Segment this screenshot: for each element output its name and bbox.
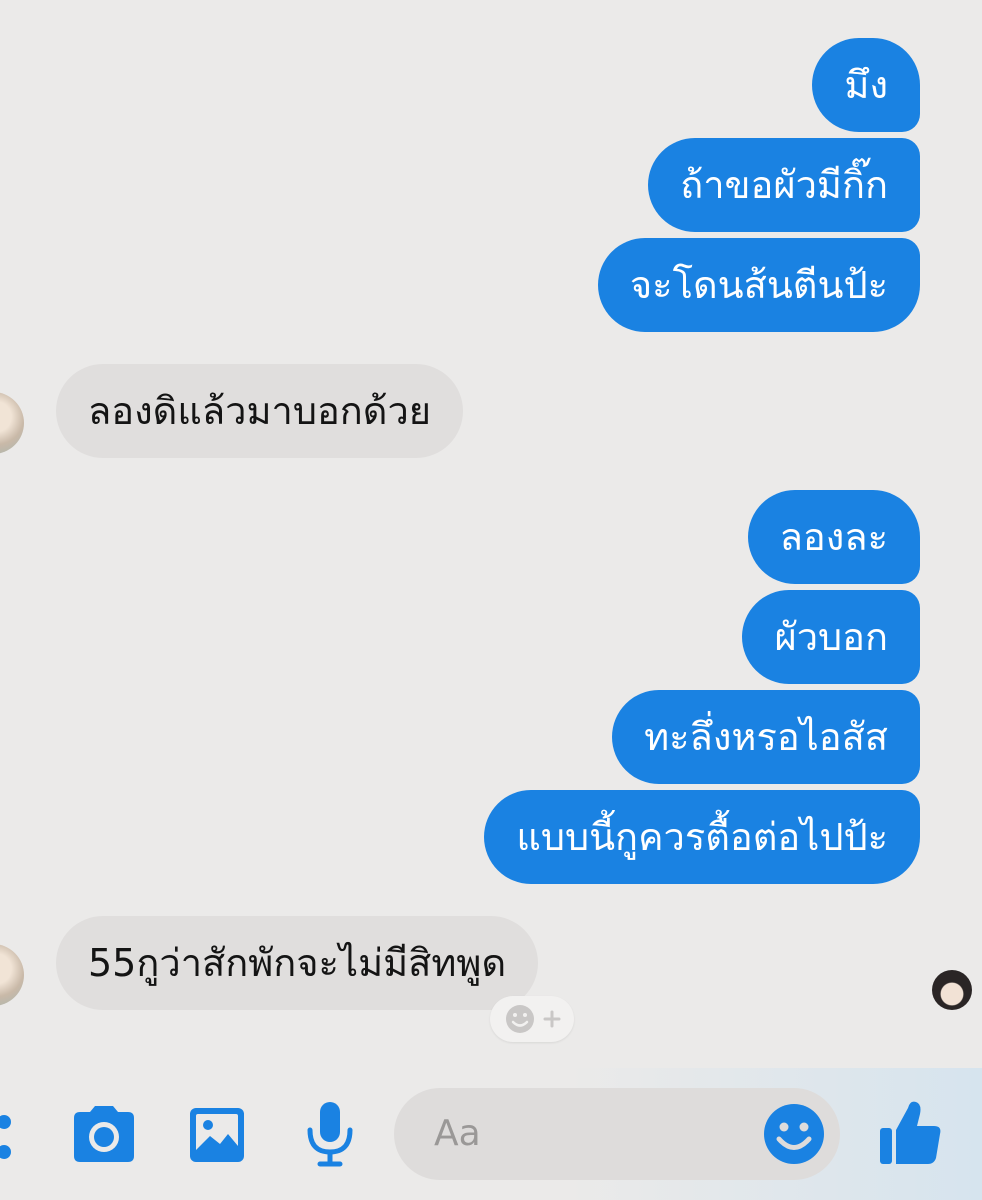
gallery-icon — [190, 1108, 244, 1162]
emoji-button[interactable] — [762, 1102, 826, 1166]
like-button[interactable] — [876, 1098, 946, 1168]
message-bubble-incoming[interactable]: 55กูว่าสักพักจะไม่มีสิทพูด — [56, 916, 539, 1010]
message-bubble-outgoing[interactable]: จะโดนส้นตีนป้ะ — [597, 238, 920, 332]
message-bubble-outgoing[interactable]: ผัวบอก — [742, 590, 920, 684]
emoji-icon — [764, 1104, 824, 1164]
add-reaction-button[interactable] — [490, 996, 574, 1042]
more-dots-icon — [0, 1115, 11, 1159]
thumbs-up-icon — [880, 1101, 941, 1164]
contact-avatar[interactable] — [0, 392, 24, 454]
microphone-icon — [307, 1102, 353, 1167]
message-bubble-outgoing[interactable]: ลองละ — [747, 490, 920, 584]
camera-icon — [74, 1106, 134, 1162]
seen-avatar — [932, 970, 972, 1010]
contact-avatar[interactable] — [0, 944, 24, 1006]
message-bubble-outgoing[interactable]: แบบนี้กูควรตื้อต่อไปป้ะ — [484, 790, 920, 884]
message-bubble-incoming[interactable]: ลองดิแล้วมาบอกด้วย — [56, 364, 464, 458]
message-bubble-outgoing[interactable]: ถ้าขอผัวมีกิ๊ก — [648, 138, 920, 232]
voice-button[interactable] — [304, 1100, 356, 1168]
message-bubble-outgoing[interactable]: ทะลึ่งหรอไอสัส — [612, 690, 920, 784]
camera-button[interactable] — [70, 1104, 138, 1164]
message-input-placeholder: Aa — [434, 1113, 481, 1154]
add-reaction-icon — [506, 1005, 561, 1033]
more-button[interactable] — [0, 1108, 20, 1168]
gallery-button[interactable] — [188, 1104, 246, 1164]
message-bubble-outgoing[interactable]: มึง — [812, 38, 920, 132]
